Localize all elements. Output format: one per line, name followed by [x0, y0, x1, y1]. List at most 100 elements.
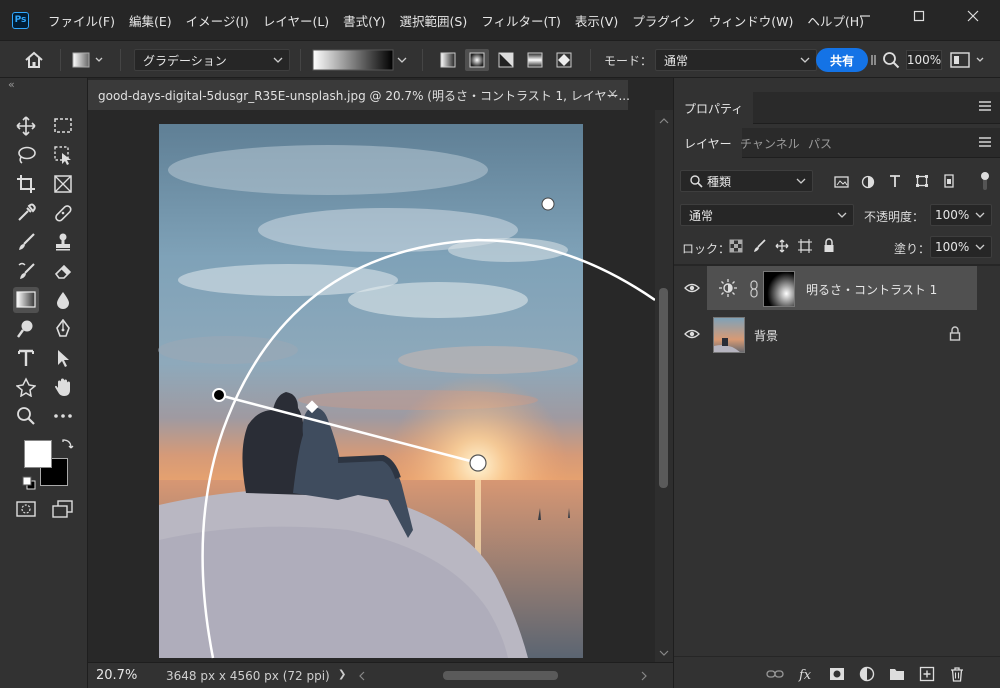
gradient-size-handle[interactable] [541, 197, 555, 211]
gradient-edge-handle[interactable] [212, 388, 226, 402]
layer-blend-mode-dropdown[interactable]: 通常 [680, 204, 854, 226]
menu-layer[interactable]: レイヤー(L) [256, 11, 336, 30]
eye-icon[interactable] [684, 282, 700, 294]
add-mask-button[interactable] [828, 665, 846, 683]
close-document-button[interactable]: × [607, 87, 618, 102]
canvas[interactable] [88, 110, 655, 662]
filter-adjustment-button[interactable] [861, 175, 875, 192]
object-selection-tool[interactable] [50, 142, 76, 168]
lock-pixels-button[interactable] [752, 239, 766, 256]
quick-mask-button[interactable] [13, 496, 39, 522]
healing-brush-tool[interactable] [50, 200, 76, 226]
type-tool[interactable] [13, 345, 39, 371]
blend-mode-dropdown[interactable]: 通常 [655, 49, 817, 71]
crop-tool[interactable] [13, 171, 39, 197]
lock-transparent-button[interactable] [729, 239, 743, 256]
eye-icon[interactable] [684, 328, 700, 340]
gradient-tool[interactable] [13, 287, 39, 313]
menu-filter[interactable]: フィルター(T) [474, 11, 568, 30]
gradient-preset-dropdown[interactable]: グラデーション [134, 49, 290, 71]
filter-toggle[interactable] [980, 171, 990, 194]
brush-tool[interactable] [13, 229, 39, 255]
gradient-center-handle[interactable] [469, 454, 487, 472]
edit-toolbar-button[interactable] [50, 403, 76, 429]
layer-row-background[interactable]: 背景 [707, 312, 977, 356]
close-window-button[interactable] [946, 0, 1000, 32]
share-button[interactable]: 共有 [816, 48, 868, 72]
minimize-button[interactable] [838, 0, 892, 32]
horizontal-scroll-thumb[interactable] [443, 671, 558, 680]
filter-smart-object-button[interactable] [942, 174, 956, 191]
collapse-toolbar-button[interactable]: « [8, 78, 15, 91]
filter-shape-button[interactable] [915, 174, 929, 191]
menu-plugins[interactable]: プラグイン [625, 11, 702, 30]
zoom-value-field[interactable]: 100% [906, 50, 942, 70]
more-options-button[interactable] [870, 41, 878, 79]
foreground-color-swatch[interactable] [24, 440, 52, 468]
new-group-button[interactable] [888, 665, 906, 683]
move-tool[interactable] [13, 113, 39, 139]
screen-mode-button[interactable] [50, 496, 76, 522]
fill-field[interactable]: 100% [930, 236, 992, 258]
menu-image[interactable]: イメージ(I) [179, 11, 256, 30]
blend-opacity-row: 通常 不透明度： 100% [674, 200, 1000, 230]
path-selection-tool[interactable] [50, 345, 76, 371]
frame-tool[interactable] [50, 171, 76, 197]
tool-preset-picker[interactable] [72, 41, 104, 79]
marquee-tool[interactable] [50, 113, 76, 139]
radial-gradient-button[interactable] [465, 49, 489, 71]
vertical-scrollbar[interactable] [655, 110, 673, 662]
tab-paths[interactable]: パス [798, 128, 842, 158]
filter-type-button[interactable] [888, 174, 902, 191]
lock-artboard-button[interactable] [798, 239, 812, 256]
menu-file[interactable]: ファイル(F) [41, 11, 122, 30]
new-adjustment-layer-button[interactable] [858, 665, 876, 683]
document-tab[interactable]: good-days-digital-5dusgr_R35E-unsplash.j… [88, 80, 630, 110]
vertical-scroll-thumb[interactable] [659, 288, 668, 488]
history-brush-tool[interactable] [13, 258, 39, 284]
home-button[interactable] [24, 41, 44, 79]
lasso-tool[interactable] [13, 142, 39, 168]
menu-select[interactable]: 選択範囲(S) [393, 11, 475, 30]
eraser-tool[interactable] [50, 258, 76, 284]
menu-edit[interactable]: 編集(E) [122, 11, 179, 30]
eyedropper-tool[interactable] [13, 200, 39, 226]
zoom-tool[interactable] [13, 403, 39, 429]
lock-all-button[interactable] [822, 238, 836, 256]
properties-menu-icon[interactable] [979, 101, 991, 113]
shape-tool[interactable] [13, 374, 39, 400]
diamond-gradient-button[interactable] [552, 49, 576, 71]
layer-mask-thumbnail[interactable] [763, 271, 795, 307]
clone-stamp-tool[interactable] [50, 229, 76, 255]
dodge-tool[interactable] [13, 316, 39, 342]
hand-tool[interactable] [50, 374, 76, 400]
filter-pixel-button[interactable] [834, 175, 850, 192]
layer-kind-filter[interactable]: 種類 [680, 170, 813, 192]
delete-layer-button[interactable] [948, 665, 966, 683]
layer-row-brightness-contrast[interactable]: 明るさ・コントラスト 1 [707, 266, 977, 310]
opacity-field[interactable]: 100% [930, 204, 992, 226]
workspace-button[interactable] [950, 41, 986, 79]
new-layer-button[interactable] [918, 665, 936, 683]
angle-gradient-button[interactable] [494, 49, 518, 71]
status-bar-menu-arrow[interactable]: ❯ [338, 669, 346, 680]
zoom-button[interactable] [882, 41, 900, 79]
menu-view[interactable]: 表示(V) [568, 11, 625, 30]
menu-type[interactable]: 書式(Y) [336, 11, 392, 30]
tab-properties[interactable]: プロパティ [674, 92, 754, 124]
layers-menu-icon[interactable] [979, 137, 991, 149]
default-colors-button[interactable] [22, 476, 36, 493]
gradient-editor[interactable] [312, 41, 408, 79]
blur-tool[interactable] [50, 287, 76, 313]
reflected-gradient-button[interactable] [523, 49, 547, 71]
maximize-button[interactable] [892, 0, 946, 32]
linear-gradient-button[interactable] [436, 49, 460, 71]
link-layers-button[interactable] [766, 665, 784, 683]
menu-window[interactable]: ウィンドウ(W) [702, 11, 801, 30]
lock-position-button[interactable] [775, 239, 789, 256]
default-colors-icon [22, 476, 36, 490]
swap-colors-button[interactable] [60, 438, 74, 455]
add-layer-style-button[interactable]: fx [798, 665, 816, 683]
pen-tool[interactable] [50, 316, 76, 342]
zoom-level-readout[interactable]: 20.7% [96, 668, 137, 683]
